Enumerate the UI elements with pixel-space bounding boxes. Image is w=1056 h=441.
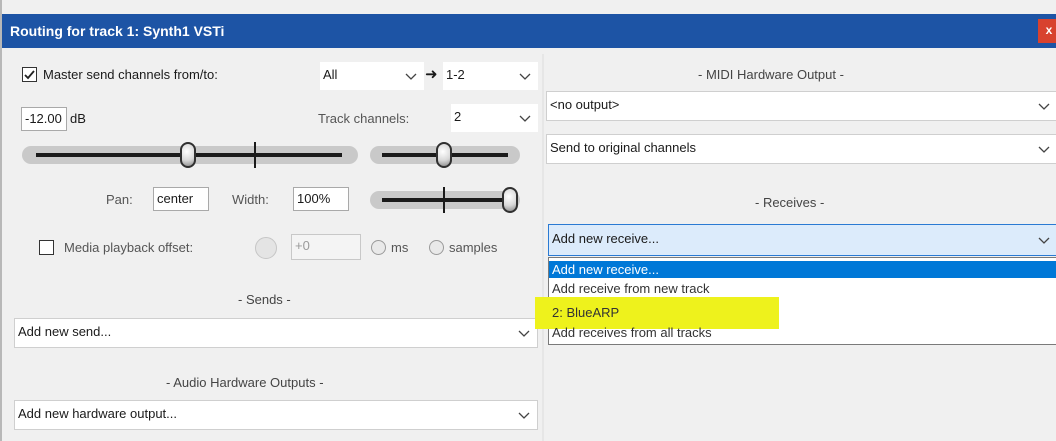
dropdown-option-receives-from-all-tracks[interactable]: Add receives from all tracks xyxy=(549,324,1056,341)
close-icon: x xyxy=(1045,23,1053,37)
ms-radio[interactable] xyxy=(371,240,386,255)
volume-value: -12.00 xyxy=(25,111,62,126)
window-title: Routing for track 1: Synth1 VSTi xyxy=(10,23,225,39)
chevron-down-icon xyxy=(518,330,530,337)
chevron-down-icon xyxy=(519,115,531,122)
media-offset-value: +0 xyxy=(295,238,310,253)
receives-value: Add new receive... xyxy=(552,231,659,246)
audio-hw-select[interactable]: Add new hardware output... xyxy=(14,400,538,430)
receives-section-label: - Receives - xyxy=(755,195,825,210)
midi-output-value: <no output> xyxy=(550,97,620,112)
width-slider-rail xyxy=(382,198,508,202)
width-center-tick xyxy=(443,187,445,213)
title-bar[interactable]: Routing for track 1: Synth1 VSTi x xyxy=(2,14,1056,48)
midi-output-select[interactable]: <no output> xyxy=(546,91,1056,121)
pan-input[interactable]: center xyxy=(153,187,209,211)
volume-unity-tick xyxy=(254,142,256,168)
sends-value: Add new send... xyxy=(18,324,112,339)
sends-select[interactable]: Add new send... xyxy=(14,318,538,348)
volume-slider[interactable] xyxy=(22,142,358,168)
master-from-select[interactable]: All xyxy=(320,62,424,90)
media-offset-knob[interactable] xyxy=(255,237,277,259)
dropdown-option-bluearp[interactable]: 2: BlueARP xyxy=(549,304,1056,321)
pan-value: center xyxy=(157,191,194,206)
sends-section-label: - Sends - xyxy=(238,292,291,307)
pan-slider-knob[interactable] xyxy=(436,142,452,168)
volume-input[interactable]: -12.00 xyxy=(21,107,67,131)
track-channels-label: Track channels: xyxy=(318,111,410,126)
close-button[interactable]: x xyxy=(1038,19,1056,43)
left-panel: Master send channels from/to: All ➜ 1-2 … xyxy=(14,54,538,441)
chevron-down-icon xyxy=(518,412,530,419)
width-input[interactable]: 100% xyxy=(293,187,349,211)
checkmark-icon xyxy=(24,70,35,80)
master-from-value: All xyxy=(323,67,338,82)
ms-label: ms xyxy=(391,240,409,255)
width-label: Width: xyxy=(232,192,269,207)
samples-label: samples xyxy=(449,240,498,255)
track-channels-value: 2 xyxy=(454,109,462,124)
media-offset-label: Media playback offset: xyxy=(64,240,194,255)
master-to-value: 1-2 xyxy=(446,67,465,82)
pan-slider[interactable] xyxy=(370,142,520,168)
right-panel: - MIDI Hardware Output - <no output> Sen… xyxy=(535,54,1056,441)
volume-slider-knob[interactable] xyxy=(180,142,196,168)
volume-unit: dB xyxy=(70,111,86,126)
samples-radio[interactable] xyxy=(429,240,444,255)
track-channels-select[interactable]: 2 xyxy=(451,104,538,132)
width-value: 100% xyxy=(297,191,331,206)
panel-divider xyxy=(542,54,544,441)
arrow-right-icon: ➜ xyxy=(425,66,438,83)
chevron-down-icon xyxy=(1038,103,1050,110)
chevron-down-icon xyxy=(1038,237,1050,244)
dropdown-option-add-new-receive[interactable]: Add new receive... xyxy=(549,261,1056,278)
media-offset-checkbox[interactable] xyxy=(39,240,54,255)
midi-hw-section-label: - MIDI Hardware Output - xyxy=(698,67,844,82)
pan-label: Pan: xyxy=(106,192,133,207)
routing-window: Routing for track 1: Synth1 VSTi x Maste… xyxy=(0,0,1056,441)
receives-select[interactable]: Add new receive... xyxy=(548,224,1056,256)
receives-dropdown-list: Add new receive... Add receive from new … xyxy=(535,257,1056,345)
chevron-down-icon xyxy=(405,73,417,80)
width-slider[interactable] xyxy=(370,187,520,213)
master-send-checkbox[interactable] xyxy=(22,67,37,82)
dropdown-option-receive-from-new-track[interactable]: Add receive from new track xyxy=(549,280,1056,297)
midi-channels-select[interactable]: Send to original channels xyxy=(546,134,1056,164)
chevron-down-icon xyxy=(519,73,531,80)
master-send-label: Master send channels from/to: xyxy=(43,67,218,82)
chevron-down-icon xyxy=(1038,146,1050,153)
audio-hw-section-label: - Audio Hardware Outputs - xyxy=(166,375,324,390)
audio-hw-value: Add new hardware output... xyxy=(18,406,177,421)
width-slider-knob[interactable] xyxy=(502,187,518,213)
master-to-select[interactable]: 1-2 xyxy=(443,62,538,90)
midi-channels-value: Send to original channels xyxy=(550,140,696,155)
media-offset-input[interactable]: +0 xyxy=(291,234,361,260)
